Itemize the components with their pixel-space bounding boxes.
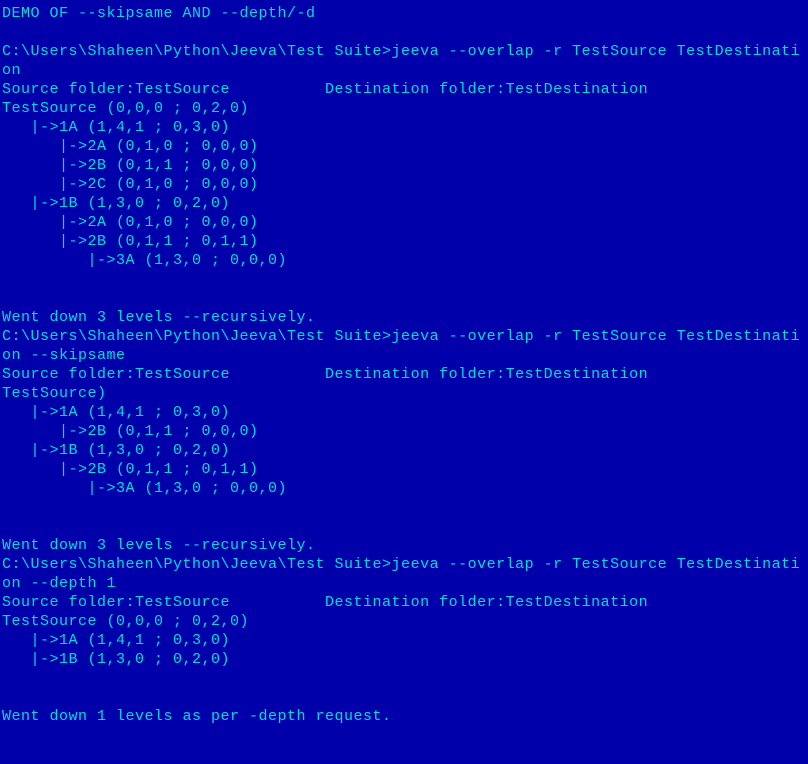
command-prompt-1: C:\Users\Shaheen\Python\Jeeva\Test Suite…: [2, 42, 806, 80]
levels-message-1: Went down 3 levels --recursively.: [2, 308, 806, 327]
blank-line: [2, 498, 806, 517]
levels-message-2: Went down 3 levels --recursively.: [2, 536, 806, 555]
blank-line: [2, 270, 806, 289]
blank-line: [2, 669, 806, 688]
source-dest-info-3: Source folder:TestSource Destination fol…: [2, 593, 806, 612]
tree-output-1: TestSource (0,0,0 ; 0,2,0) |->1A (1,4,1 …: [2, 99, 806, 270]
terminal-window[interactable]: DEMO OF --skipsame AND --depth/-d C:\Use…: [2, 4, 806, 726]
levels-message-3: Went down 1 levels as per -depth request…: [2, 707, 806, 726]
blank-line: [2, 517, 806, 536]
blank-line: [2, 23, 806, 42]
blank-line: [2, 688, 806, 707]
tree-output-3: TestSource (0,0,0 ; 0,2,0) |->1A (1,4,1 …: [2, 612, 806, 669]
source-dest-info-2: Source folder:TestSource Destination fol…: [2, 365, 806, 384]
command-prompt-3: C:\Users\Shaheen\Python\Jeeva\Test Suite…: [2, 555, 806, 593]
source-dest-info-1: Source folder:TestSource Destination fol…: [2, 80, 806, 99]
tree-output-2: TestSource) |->1A (1,4,1 ; 0,3,0) |->2B …: [2, 384, 806, 498]
command-prompt-2: C:\Users\Shaheen\Python\Jeeva\Test Suite…: [2, 327, 806, 365]
blank-line: [2, 289, 806, 308]
demo-title: DEMO OF --skipsame AND --depth/-d: [2, 4, 806, 23]
